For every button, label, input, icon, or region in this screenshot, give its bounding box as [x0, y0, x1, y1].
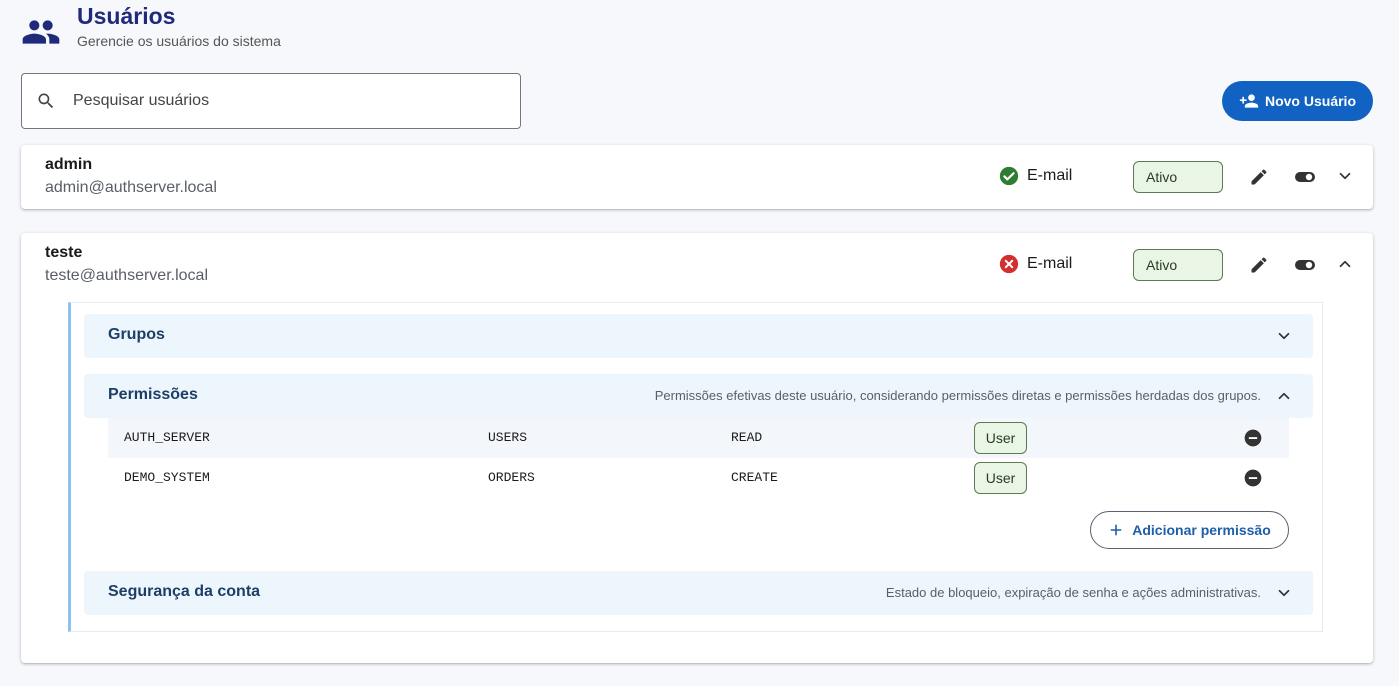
- search-box[interactable]: [21, 73, 521, 129]
- add-permission-button[interactable]: Adicionar permissão: [1090, 511, 1289, 549]
- chevron-up-icon[interactable]: [1275, 387, 1293, 405]
- permission-source-badge: User: [974, 422, 1027, 454]
- search-input[interactable]: [73, 92, 473, 110]
- email-status: E-mail: [998, 165, 1072, 187]
- permission-action: READ: [731, 430, 763, 445]
- permission-system: AUTH_SERVER: [124, 430, 210, 445]
- email-status: E-mail: [998, 253, 1072, 275]
- permission-system: DEMO_SYSTEM: [124, 470, 210, 485]
- email-status-label: E-mail: [1027, 255, 1073, 272]
- section-title: Permissões: [108, 386, 198, 403]
- check-circle-icon: [999, 166, 1019, 186]
- person-add-icon: [1239, 94, 1259, 108]
- chevron-down-icon[interactable]: [1275, 584, 1293, 602]
- toggle-icon[interactable]: [1294, 257, 1316, 273]
- permission-row: DEMO_SYSTEM ORDERS CREATE User: [108, 458, 1289, 498]
- permission-row: AUTH_SERVER USERS READ User: [108, 418, 1289, 458]
- new-user-label: Novo Usuário: [1264, 93, 1356, 109]
- edit-icon[interactable]: [1249, 255, 1269, 275]
- user-card[interactable]: teste teste@authserver.local E-mail Ativ…: [21, 233, 1373, 663]
- page-header: Usuários Gerencie os usuários do sistema: [21, 2, 281, 52]
- user-name: teste: [45, 244, 83, 261]
- section-title: Segurança da conta: [108, 583, 261, 600]
- permission-resource: USERS: [488, 430, 528, 445]
- user-email: admin@authserver.local: [45, 179, 217, 196]
- user-card[interactable]: admin admin@authserver.local E-mail Ativ…: [21, 145, 1373, 209]
- permission-action: CREATE: [731, 470, 778, 485]
- user-details-panel: Grupos Permissões Permissões efetivas de…: [68, 302, 1323, 632]
- section-groups[interactable]: Grupos: [84, 314, 1313, 358]
- section-permissions[interactable]: Permissões Permissões efetivas deste usu…: [84, 374, 1313, 418]
- section-description: Permissões efetivas deste usuário, consi…: [654, 388, 1261, 403]
- permission-resource: ORDERS: [488, 470, 535, 485]
- cancel-circle-icon: [999, 254, 1019, 274]
- section-title: Grupos: [108, 326, 165, 343]
- chevron-up-icon[interactable]: [1336, 255, 1354, 273]
- user-email: teste@authserver.local: [45, 267, 208, 284]
- chevron-down-icon[interactable]: [1336, 167, 1354, 185]
- section-description: Estado de bloqueio, expiração de senha e…: [885, 585, 1261, 600]
- status-badge: Ativo: [1133, 161, 1223, 193]
- permission-source-badge: User: [974, 462, 1027, 494]
- toggle-icon[interactable]: [1294, 169, 1316, 185]
- new-user-button[interactable]: Novo Usuário: [1222, 81, 1373, 121]
- search-icon: [38, 93, 54, 109]
- edit-icon[interactable]: [1249, 167, 1269, 187]
- chevron-down-icon[interactable]: [1275, 327, 1293, 345]
- add-permission-label: Adicionar permissão: [1132, 522, 1271, 538]
- page-subtitle: Gerencie os usuários do sistema: [77, 33, 281, 49]
- user-name: admin: [45, 156, 93, 173]
- user-card-header[interactable]: teste teste@authserver.local E-mail Ativ…: [21, 233, 1373, 297]
- plus-icon: [1110, 524, 1122, 536]
- page-title: Usuários: [77, 3, 176, 29]
- remove-circle-icon[interactable]: [1243, 428, 1263, 448]
- email-status-label: E-mail: [1027, 167, 1073, 184]
- status-badge: Ativo: [1133, 249, 1223, 281]
- group-icon: [22, 20, 60, 44]
- section-security[interactable]: Segurança da conta Estado de bloqueio, e…: [84, 571, 1313, 615]
- remove-circle-icon[interactable]: [1243, 468, 1263, 488]
- user-card-header[interactable]: admin admin@authserver.local E-mail Ativ…: [21, 145, 1373, 209]
